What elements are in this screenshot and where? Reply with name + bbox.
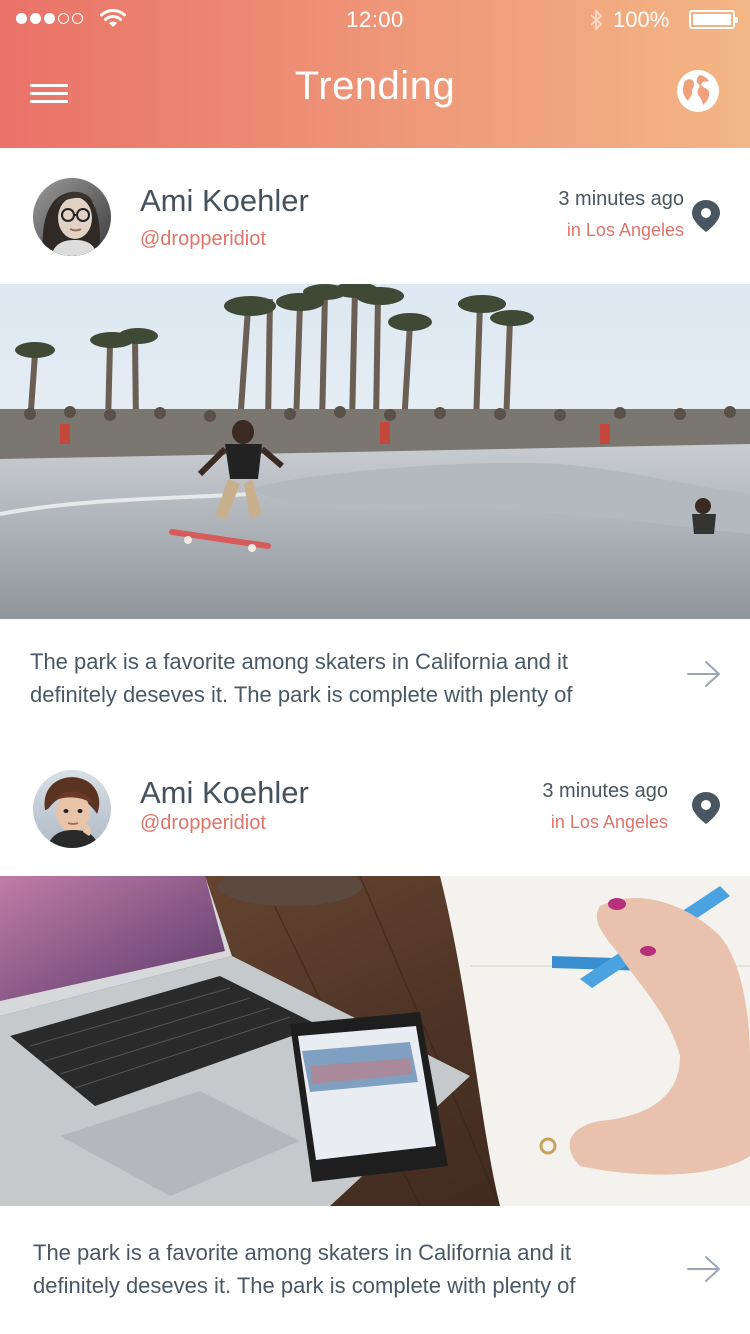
post-timestamp: 3 minutes ago <box>558 188 684 210</box>
post-location[interactable]: in Los Angeles <box>551 812 668 833</box>
post-location[interactable]: in Los Angeles <box>567 220 684 241</box>
author-name[interactable]: Ami Koehler <box>140 775 309 811</box>
globe-icon[interactable] <box>676 69 720 113</box>
location-pin-icon[interactable] <box>692 200 720 232</box>
post-text[interactable]: The park is a favorite among skaters in … <box>30 645 650 711</box>
author-name[interactable]: Ami Koehler <box>140 183 309 219</box>
arrow-right-icon[interactable] <box>686 660 722 688</box>
avatar[interactable] <box>33 770 111 848</box>
battery-icon <box>689 10 738 29</box>
arrow-right-icon[interactable] <box>686 1255 722 1283</box>
status-bar: 12:00 100% <box>0 0 750 40</box>
post-timestamp: 3 minutes ago <box>542 780 668 802</box>
page-title: Trending <box>294 64 456 108</box>
avatar[interactable] <box>33 178 111 256</box>
author-handle[interactable]: @dropperidiot <box>140 812 266 835</box>
bluetooth-icon <box>590 10 602 30</box>
battery-percentage: 100% <box>613 7 670 32</box>
location-pin-icon[interactable] <box>692 792 720 824</box>
post-header: Ami Koehler @dropperidiot 3 minutes ago … <box>0 148 750 284</box>
post-header: Ami Koehler @dropperidiot 3 minutes ago … <box>0 740 750 876</box>
post-text[interactable]: The park is a favorite among skaters in … <box>33 1236 653 1302</box>
desk-laptop-photo[interactable] <box>0 876 750 1206</box>
skatepark-photo[interactable] <box>0 284 750 619</box>
author-handle[interactable]: @dropperidiot <box>140 228 266 251</box>
app-header: 12:00 100% Trending <box>0 0 750 148</box>
